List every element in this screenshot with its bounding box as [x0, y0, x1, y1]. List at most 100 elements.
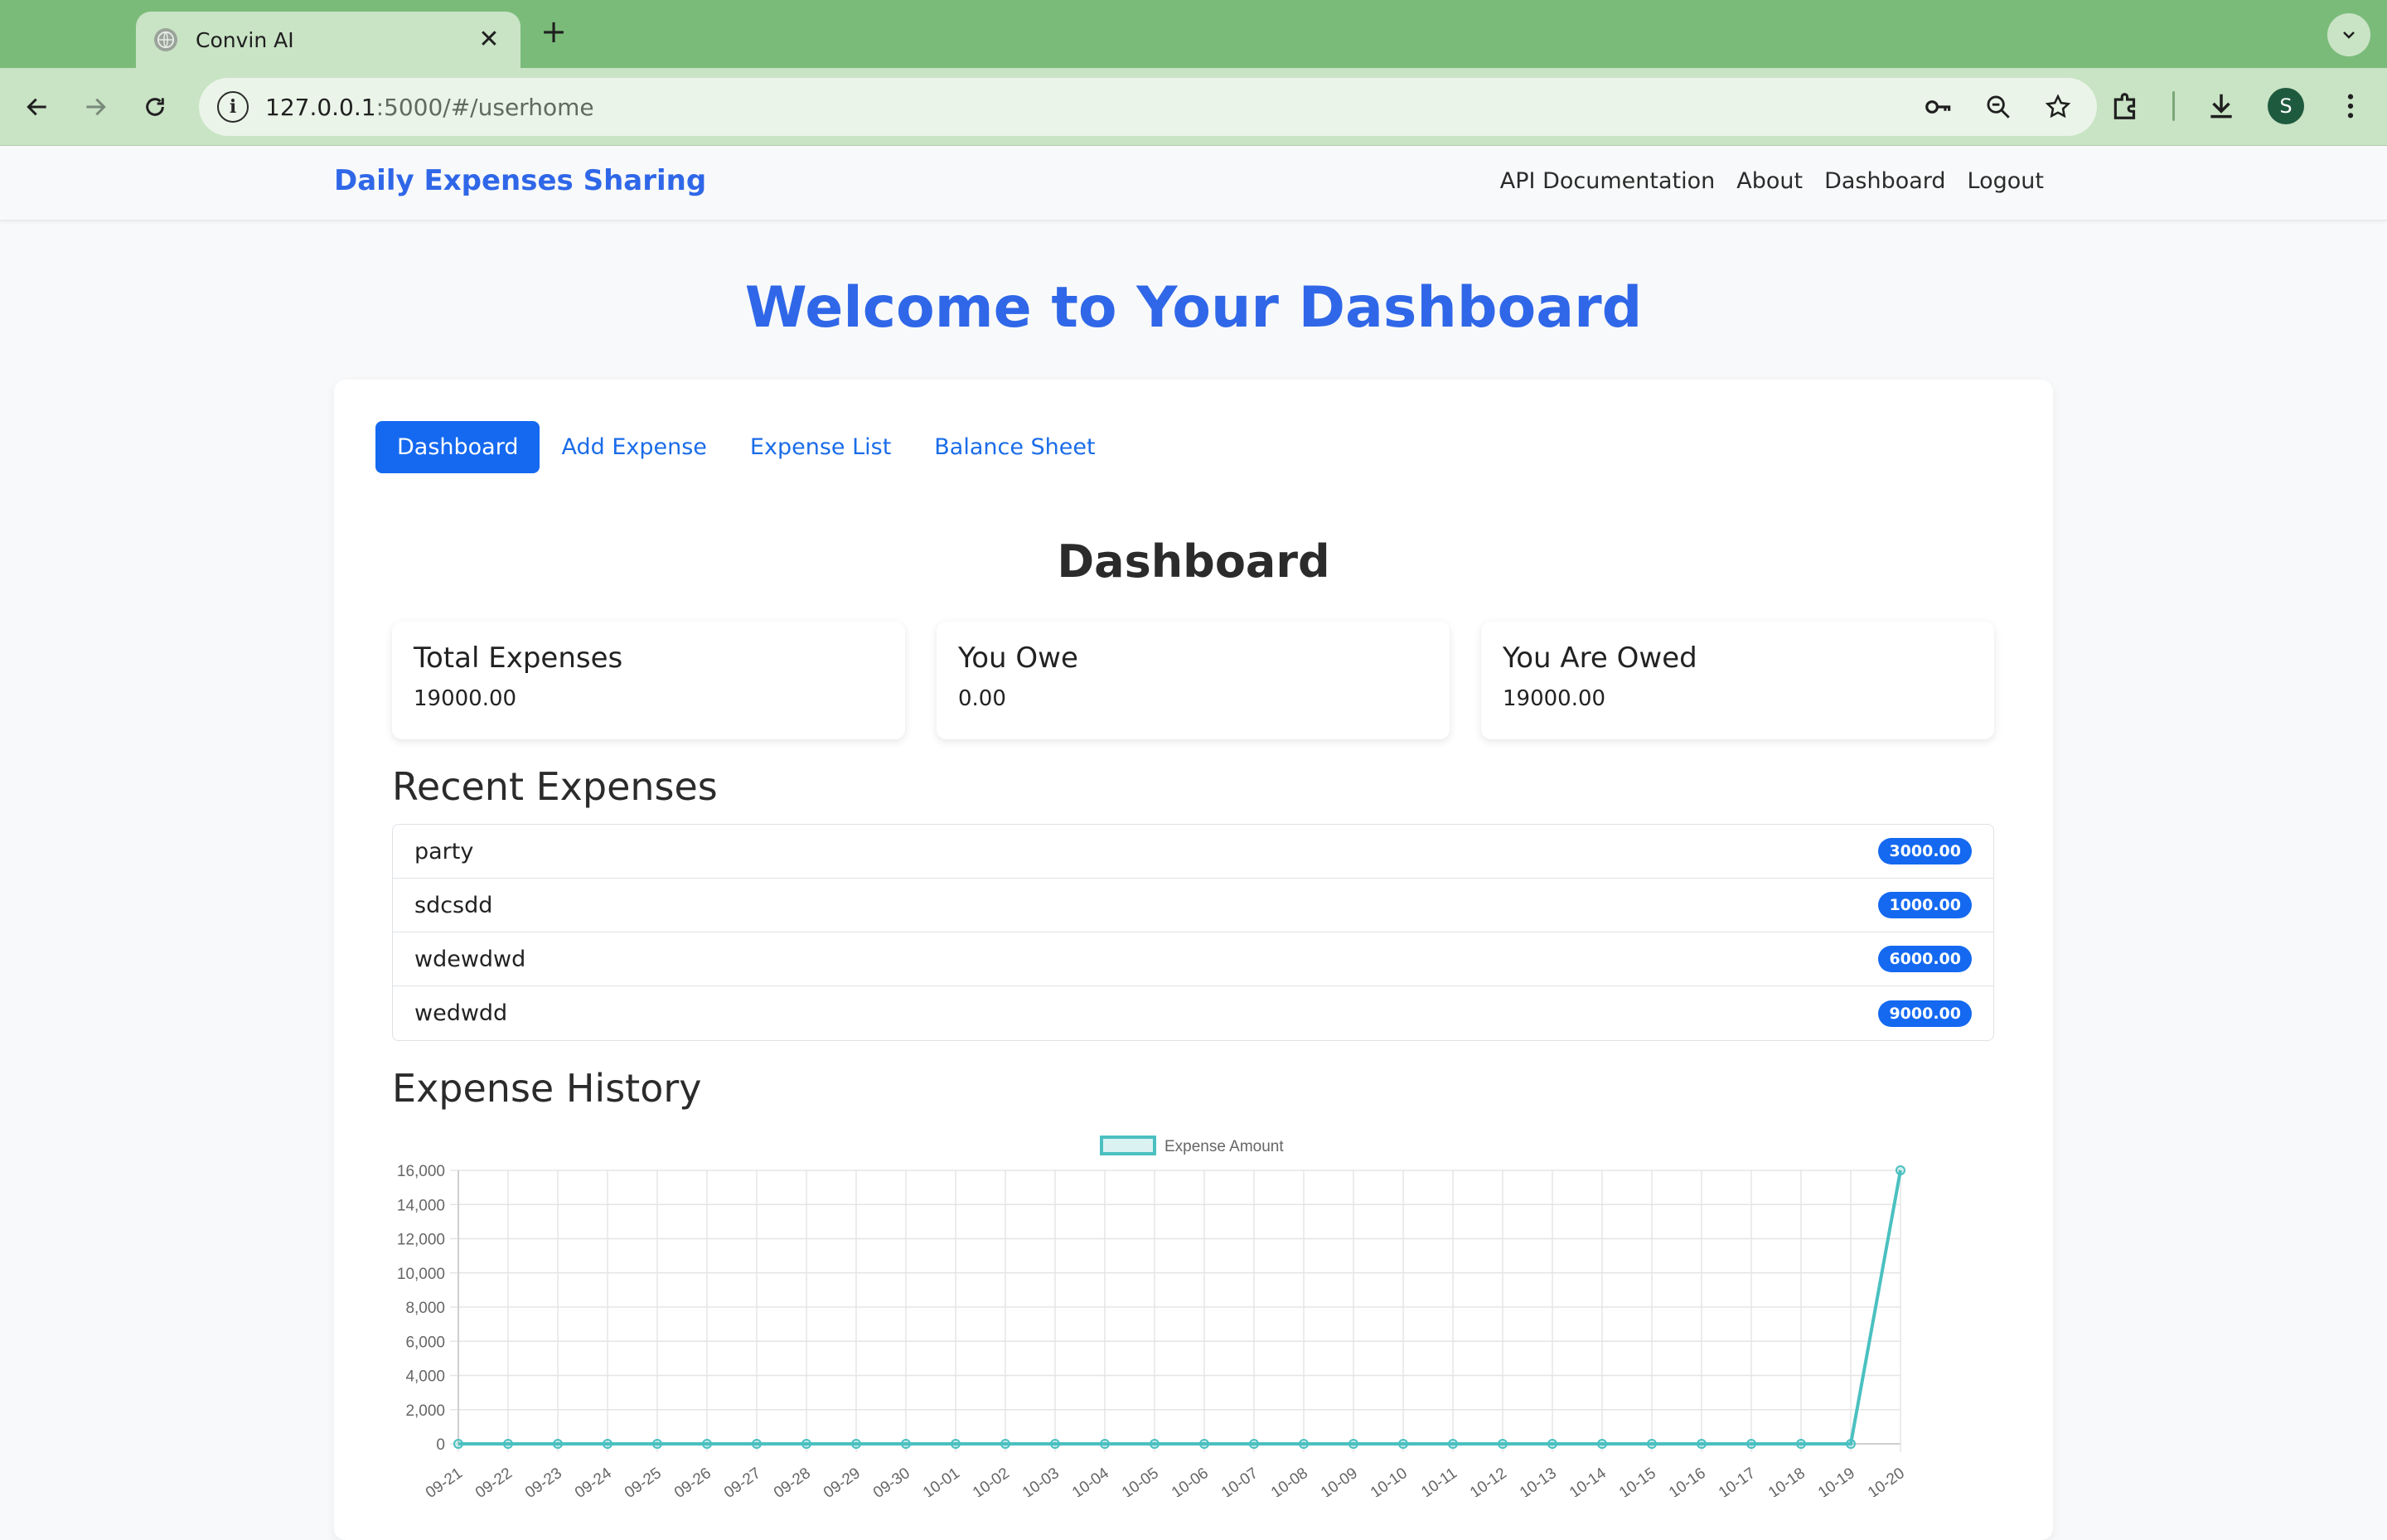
data-point [901, 1439, 911, 1449]
bookmark-star-icon[interactable] [2041, 90, 2075, 124]
data-point [1796, 1439, 1806, 1449]
x-tick-label: 10-01 [920, 1465, 963, 1497]
nav-link-logout[interactable]: Logout [1968, 168, 2044, 194]
data-point [1547, 1439, 1557, 1449]
y-tick-label: 2,000 [405, 1402, 445, 1420]
x-tick-label: 09-26 [671, 1465, 714, 1497]
forward-icon[interactable] [75, 86, 116, 128]
x-tick-label: 09-27 [721, 1465, 764, 1497]
expense-history-chart: Expense Amount 0 2,000 4,000 6,000 8,000 10,00… [384, 1132, 2008, 1502]
zoom-icon[interactable] [1981, 90, 2016, 124]
tab-dashboard[interactable]: Dashboard [375, 421, 540, 473]
data-point [1348, 1439, 1358, 1449]
data-point [951, 1439, 961, 1449]
tab-search-icon[interactable] [2327, 13, 2370, 56]
y-tick-label: 0 [436, 1436, 445, 1454]
tab-add-expense[interactable]: Add Expense [540, 421, 728, 473]
stat-label: You Are Owed [1503, 642, 1697, 675]
url-path: :5000/#/userhome [375, 93, 594, 121]
stats-row: Total Expenses 19000.00 You Owe 0.00 You… [392, 622, 1994, 739]
nav-link-api-docs[interactable]: API Documentation [1500, 168, 1715, 194]
stat-value: 19000.00 [1503, 686, 1606, 711]
stat-value: 19000.00 [414, 686, 517, 711]
data-point [1299, 1439, 1309, 1449]
address-bar[interactable]: i 127.0.0.1:5000/#/userhome [199, 78, 2097, 136]
tab-expense-list[interactable]: Expense List [729, 421, 913, 473]
data-point [1846, 1439, 1856, 1449]
x-tick-label: 09-23 [522, 1465, 565, 1497]
data-point [1647, 1439, 1657, 1449]
x-tick-label: 10-02 [970, 1465, 1013, 1497]
extensions-icon[interactable] [2106, 86, 2146, 126]
x-tick-label: 10-13 [1517, 1465, 1560, 1497]
y-tick-label: 10,000 [397, 1266, 445, 1283]
data-point [851, 1439, 861, 1449]
data-point [1746, 1439, 1756, 1449]
data-point [603, 1439, 612, 1449]
y-tick-label: 8,000 [405, 1300, 445, 1317]
y-tick-label: 4,000 [405, 1368, 445, 1386]
data-point [1100, 1439, 1110, 1449]
x-tick-label: 10-17 [1716, 1465, 1759, 1497]
chart-legend[interactable]: Expense Amount [1100, 1136, 1284, 1155]
list-item: sdcsdd 1000.00 [393, 879, 1993, 932]
recent-expenses-heading: Recent Expenses [392, 764, 718, 809]
browser-tab-bar: Convin AI ✕ + [0, 0, 2387, 68]
nav-links: API Documentation About Dashboard Logout [1500, 168, 2044, 194]
x-tick-label: 09-29 [821, 1465, 864, 1497]
list-item: wdewdwd 6000.00 [393, 932, 1993, 986]
expense-name: wedwdd [414, 1000, 508, 1026]
x-tick-label: 10-18 [1765, 1465, 1808, 1497]
stat-total-expenses: Total Expenses 19000.00 [392, 622, 905, 739]
data-point [1249, 1439, 1259, 1449]
x-tick-label: 09-25 [622, 1465, 665, 1497]
chart-svg: Expense Amount 0 2,000 4,000 6,000 8,000 10,00… [397, 1136, 1908, 1502]
x-tick-label: 10-04 [1069, 1465, 1112, 1497]
globe-icon [154, 28, 177, 51]
close-tab-icon[interactable]: ✕ [476, 27, 502, 53]
data-point [1050, 1439, 1060, 1449]
data-point [1199, 1439, 1209, 1449]
data-point [1498, 1439, 1508, 1449]
nav-link-dashboard[interactable]: Dashboard [1824, 168, 1945, 194]
x-tick-label: 10-05 [1119, 1465, 1162, 1497]
dashboard-card: Dashboard Add Expense Expense List Balan… [334, 380, 2053, 1540]
x-tick-label: 10-14 [1566, 1465, 1610, 1497]
stat-you-are-owed: You Are Owed 19000.00 [1481, 622, 1994, 739]
y-tick-label: 14,000 [397, 1197, 445, 1214]
data-point [752, 1439, 762, 1449]
tab-title: Convin AI [196, 27, 294, 52]
browser-toolbar: i 127.0.0.1:5000/#/userhome S [0, 68, 2387, 146]
app-navbar: Daily Expenses Sharing API Documentation… [0, 146, 2387, 220]
data-point [801, 1439, 811, 1449]
amount-badge: 1000.00 [1878, 892, 1972, 918]
legend-swatch [1100, 1136, 1156, 1155]
menu-dots-icon[interactable] [2331, 86, 2370, 126]
data-point [1150, 1439, 1160, 1449]
x-tick-label: 10-11 [1418, 1465, 1460, 1497]
x-tick-label: 10-07 [1218, 1465, 1261, 1497]
x-tick-label: 09-30 [870, 1465, 913, 1497]
x-tick-label: 10-12 [1467, 1465, 1510, 1497]
reload-icon[interactable] [134, 86, 176, 128]
site-info-icon[interactable]: i [217, 91, 249, 123]
expense-name: wdewdwd [414, 946, 526, 972]
data-point [1597, 1439, 1607, 1449]
browser-tab[interactable]: Convin AI ✕ [136, 12, 520, 68]
x-tick-label: 10-10 [1368, 1465, 1411, 1497]
recent-expenses-list: party 3000.00 sdcsdd 1000.00 wdewdwd 600… [392, 824, 1994, 1041]
new-tab-icon[interactable]: + [539, 16, 569, 47]
back-icon[interactable] [17, 86, 58, 128]
key-icon[interactable] [1921, 90, 1956, 124]
list-item: wedwdd 9000.00 [393, 986, 1993, 1040]
toolbar-divider [2172, 91, 2175, 121]
data-point [553, 1439, 563, 1449]
x-tick-label: 09-22 [472, 1465, 516, 1497]
profile-avatar[interactable]: S [2268, 88, 2304, 124]
tab-balance-sheet[interactable]: Balance Sheet [913, 421, 1116, 473]
brand-link[interactable]: Daily Expenses Sharing [334, 164, 706, 197]
x-tick-label: 10-16 [1666, 1465, 1709, 1497]
download-icon[interactable] [2201, 86, 2241, 126]
x-tick-label: 09-28 [771, 1465, 814, 1497]
nav-link-about[interactable]: About [1736, 168, 1803, 194]
